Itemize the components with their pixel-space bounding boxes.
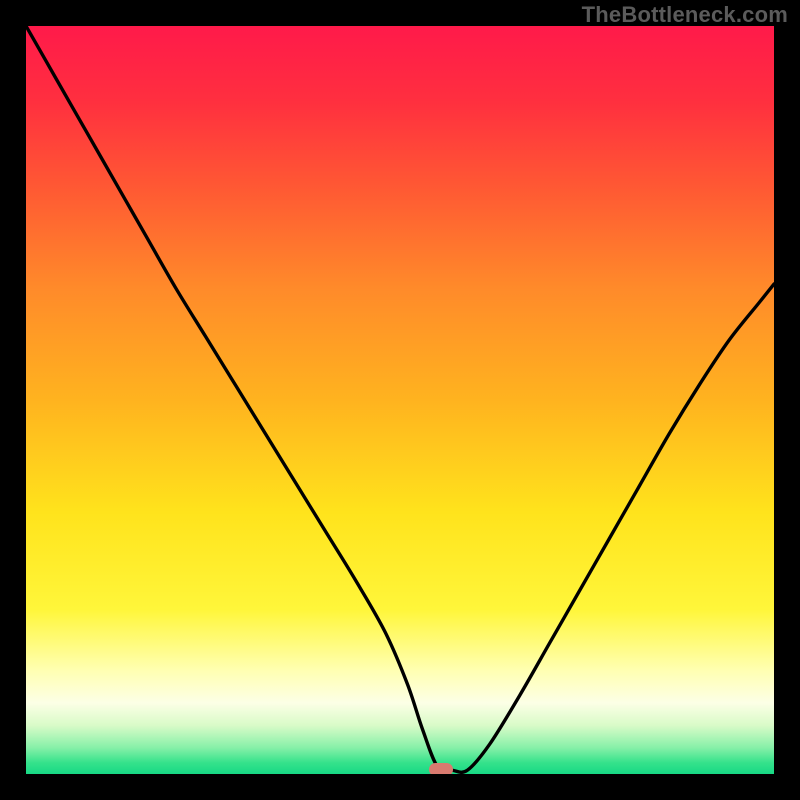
watermark-text: TheBottleneck.com [582, 2, 788, 28]
plot-area [26, 26, 774, 774]
chart-frame: TheBottleneck.com [0, 0, 800, 800]
bottleneck-curve [26, 26, 774, 774]
optimal-point-marker [429, 763, 453, 774]
